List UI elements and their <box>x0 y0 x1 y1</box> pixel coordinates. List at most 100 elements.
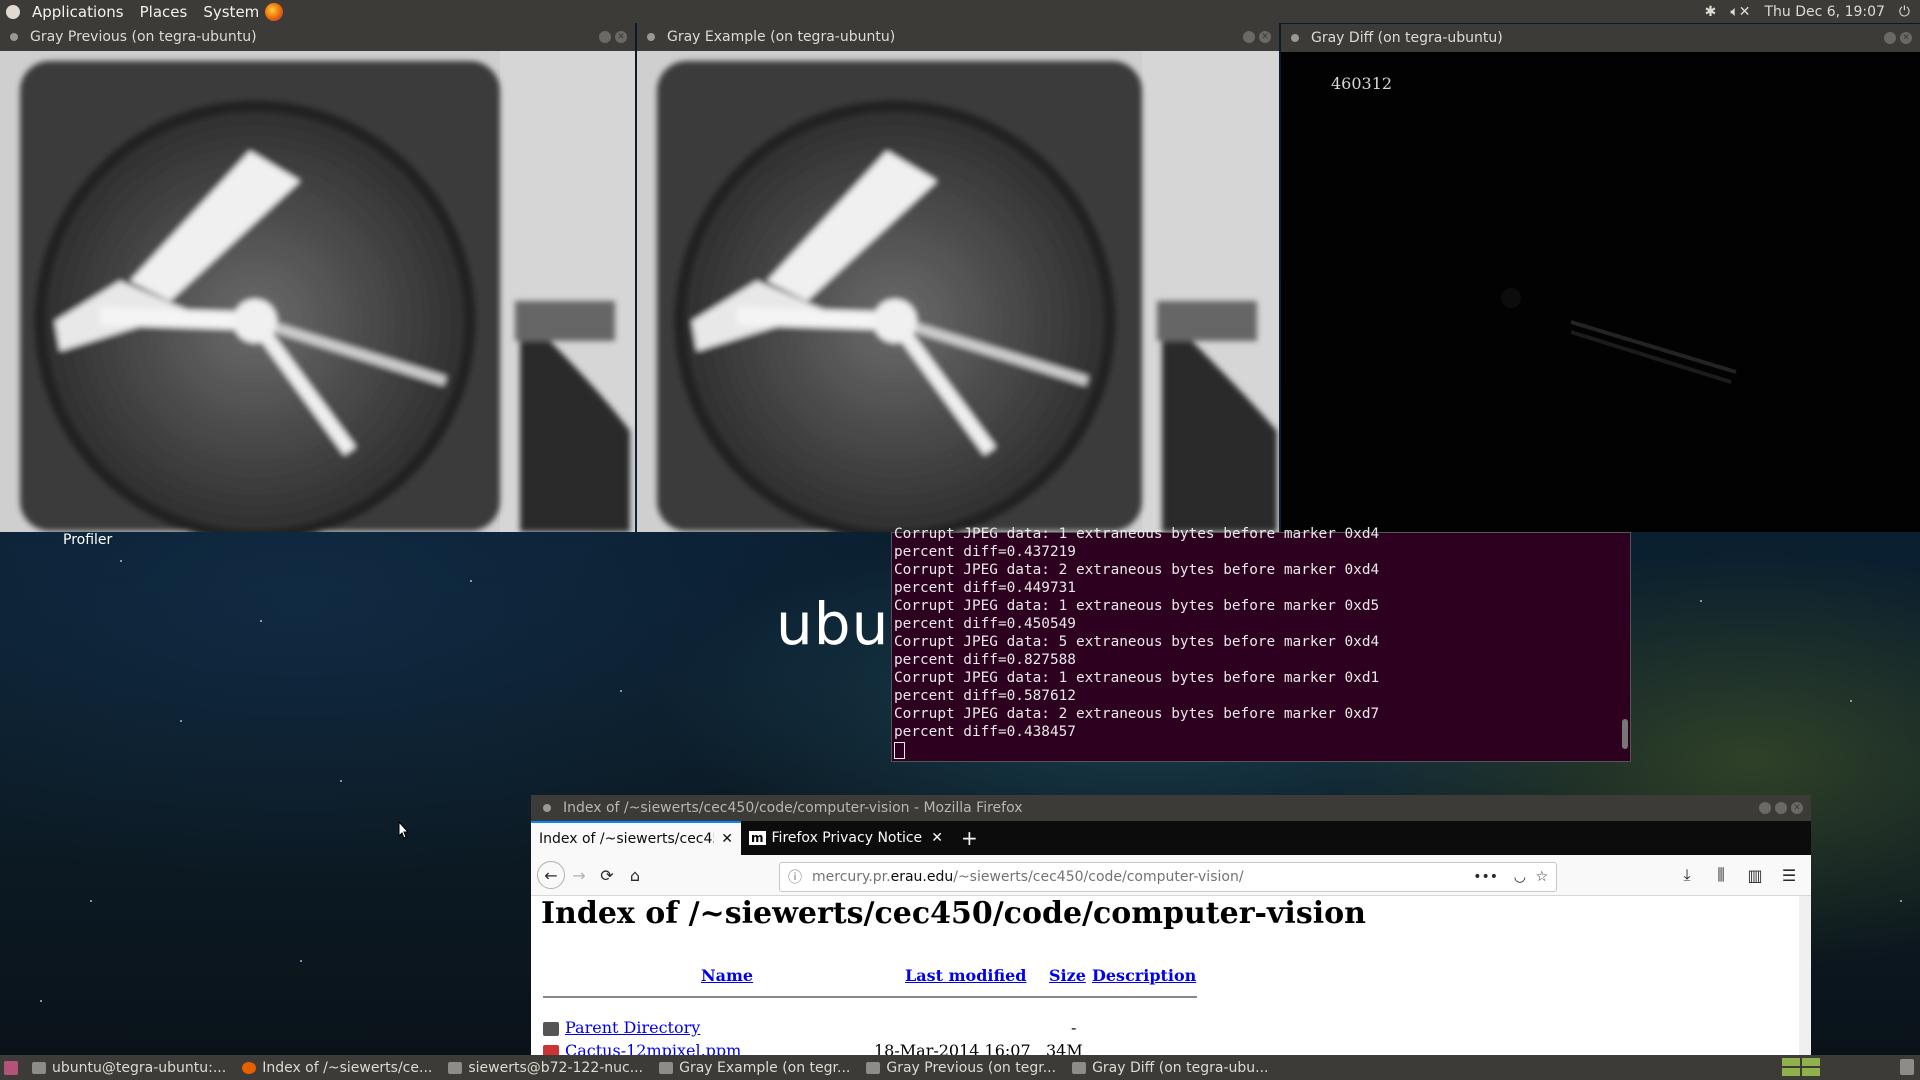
desktop-icon-label-profiler[interactable]: Profiler <box>63 532 112 548</box>
window-titlebar[interactable]: Gray Previous (on tegra-ubuntu) ✕ <box>0 23 635 51</box>
home-button[interactable]: ⌂ <box>621 861 649 889</box>
close-icon[interactable]: ✕ <box>615 31 627 43</box>
close-icon[interactable]: ✕ <box>1259 31 1271 43</box>
column-header-description[interactable]: Description <box>1092 966 1196 985</box>
star <box>1850 700 1852 702</box>
taskbar-item-ssh-terminal[interactable]: siewerts@b72-122-nuc... <box>442 1057 649 1078</box>
power-icon[interactable]: ⏻ <box>1899 4 1910 20</box>
close-icon[interactable]: ✕ <box>1900 32 1912 44</box>
ubuntu-menu-icon[interactable] <box>6 4 20 19</box>
minimize-icon[interactable] <box>1759 802 1771 814</box>
tab-close-icon[interactable]: ✕ <box>721 831 733 847</box>
trash-icon[interactable] <box>1900 1059 1914 1075</box>
window-titlebar[interactable]: Gray Example (on tegra-ubuntu) ✕ <box>637 23 1279 51</box>
back-folder-icon <box>543 1021 559 1036</box>
firefox-window[interactable]: Index of /~siewerts/cec450/code/computer… <box>531 795 1811 1055</box>
terminal-line: Corrupt JPEG data: 2 extraneous bytes be… <box>894 562 1380 578</box>
window-titlebar[interactable]: Gray Diff (on tegra-ubuntu) ✕ <box>1281 24 1920 52</box>
hamburger-menu-icon[interactable]: ☰ <box>1775 861 1803 889</box>
workspace-switcher[interactable] <box>1782 1058 1820 1076</box>
page-content: Index of /~siewerts/cec450/code/computer… <box>531 896 1799 1055</box>
terminal-output: Corrupt JPEG data: 1 extraneous bytes be… <box>892 525 1630 759</box>
window-title: Gray Diff (on tegra-ubuntu) <box>1311 30 1503 46</box>
star <box>40 1000 42 1002</box>
info-icon[interactable]: ⓘ <box>788 867 802 887</box>
downloads-icon[interactable]: ⤓ <box>1673 861 1701 889</box>
minimize-icon[interactable] <box>1243 31 1255 43</box>
taskbar-item-label: siewerts@b72-122-nuc... <box>468 1059 644 1076</box>
file-link[interactable]: Cactus-12mpixel.ppm <box>565 1041 741 1055</box>
terminal-cursor <box>894 741 905 759</box>
taskbar-item-gray-example[interactable]: Gray Example (on tegr... <box>653 1057 856 1078</box>
terminal-line: Corrupt JPEG data: 1 extraneous bytes be… <box>894 670 1380 686</box>
url-path: /~siewerts/cec450/code/computer-vision/ <box>953 869 1244 885</box>
volume-muted-icon[interactable]: 🔈︎✕ <box>1730 4 1750 20</box>
window-title: Gray Previous (on tegra-ubuntu) <box>30 29 257 45</box>
page-title: Index of /~siewerts/cec450/code/computer… <box>541 896 1366 931</box>
url-prefix: mercury.pr. <box>812 869 891 885</box>
bluetooth-icon[interactable]: ✱ <box>1705 4 1717 20</box>
pocket-icon[interactable]: ◡ <box>1514 869 1526 885</box>
forward-button[interactable]: → <box>565 861 593 889</box>
tab-privacy-notice[interactable]: m Firefox Privacy Notice — ✕ <box>741 821 951 855</box>
firefox-titlebar[interactable]: Index of /~siewerts/cec450/code/computer… <box>531 795 1811 821</box>
maximize-icon[interactable] <box>1775 802 1787 814</box>
terminal-line: percent diff=0.827588 <box>894 652 1076 668</box>
star <box>1900 900 1902 902</box>
minimize-icon[interactable] <box>1884 32 1896 44</box>
column-header-size[interactable]: Size <box>1049 966 1086 985</box>
terminal-line: percent diff=0.437219 <box>894 544 1076 560</box>
window-menu-icon[interactable] <box>1291 34 1299 42</box>
taskbar-item-gray-diff[interactable]: Gray Diff (on tegra-ubu... <box>1066 1057 1274 1078</box>
library-icon[interactable]: ⫼ <box>1707 861 1735 889</box>
menu-places[interactable]: Places <box>136 3 192 21</box>
terminal-window[interactable]: Corrupt JPEG data: 1 extraneous bytes be… <box>891 526 1631 762</box>
tab-close-icon[interactable]: ✕ <box>931 830 943 846</box>
window-icon <box>866 1061 881 1074</box>
star <box>90 900 92 902</box>
back-button[interactable]: ← <box>537 861 565 889</box>
window-menu-icon[interactable] <box>10 33 18 41</box>
clock-image <box>0 51 635 532</box>
entry-size: 34M <box>1046 1041 1083 1055</box>
url-host: erau.edu <box>890 869 954 885</box>
window-gray-previous[interactable]: Gray Previous (on tegra-ubuntu) ✕ <box>0 23 635 532</box>
bookmark-star-icon[interactable]: ☆ <box>1535 869 1548 885</box>
list-item-parent-directory: Parent Directory - <box>543 1018 1076 1037</box>
taskbar-item-gray-previous[interactable]: Gray Previous (on tegr... <box>860 1057 1062 1078</box>
sidebar-icon[interactable]: ▥ <box>1741 861 1769 889</box>
terminal-prompt[interactable] <box>894 741 1630 759</box>
taskbar-item-firefox[interactable]: Index of /~siewerts/ce... <box>236 1057 438 1078</box>
parent-directory-link[interactable]: Parent Directory <box>565 1018 700 1037</box>
menu-applications[interactable]: Applications <box>28 3 128 21</box>
tab-index[interactable]: Index of /~siewerts/cec450/ ✕ <box>531 821 741 855</box>
window-icon <box>1072 1061 1087 1074</box>
clock[interactable]: Thu Dec 6, 19:07 <box>1764 4 1884 20</box>
window-gray-example[interactable]: Gray Example (on tegra-ubuntu) ✕ <box>637 23 1279 532</box>
window-menu-icon[interactable] <box>647 33 655 41</box>
entry-modified: 18-Mar-2014 16:07 <box>874 1041 1031 1055</box>
star <box>260 620 262 622</box>
divider <box>543 996 1197 998</box>
url-bar[interactable]: ⓘ mercury.pr. erau.edu/~siewerts/cec450/c… <box>779 862 1557 892</box>
taskbar-item-terminal[interactable]: ubuntu@tegra-ubuntu:... <box>26 1057 232 1078</box>
column-header-last-modified[interactable]: Last modified <box>905 966 1026 985</box>
new-tab-button[interactable]: + <box>951 821 988 855</box>
reload-button[interactable]: ⟳ <box>593 861 621 889</box>
column-header-name[interactable]: Name <box>701 966 753 985</box>
page-scrollbar[interactable] <box>1799 896 1811 1055</box>
page-actions-icon[interactable]: ••• <box>1473 869 1498 885</box>
firefox-launcher-icon[interactable] <box>265 2 284 21</box>
star <box>620 690 622 692</box>
show-desktop-icon[interactable] <box>4 1060 18 1075</box>
terminal-scrollbar[interactable] <box>1622 719 1628 749</box>
menu-system[interactable]: System <box>199 3 263 21</box>
terminal-line: percent diff=0.450549 <box>894 616 1076 632</box>
diff-image <box>1501 288 1737 384</box>
star <box>470 580 472 582</box>
window-gray-diff[interactable]: Gray Diff (on tegra-ubuntu) ✕ 460312 <box>1281 24 1920 532</box>
terminal-icon <box>32 1061 46 1074</box>
close-icon[interactable]: ✕ <box>1791 802 1803 814</box>
window-menu-icon[interactable] <box>543 804 551 812</box>
minimize-icon[interactable] <box>599 31 611 43</box>
